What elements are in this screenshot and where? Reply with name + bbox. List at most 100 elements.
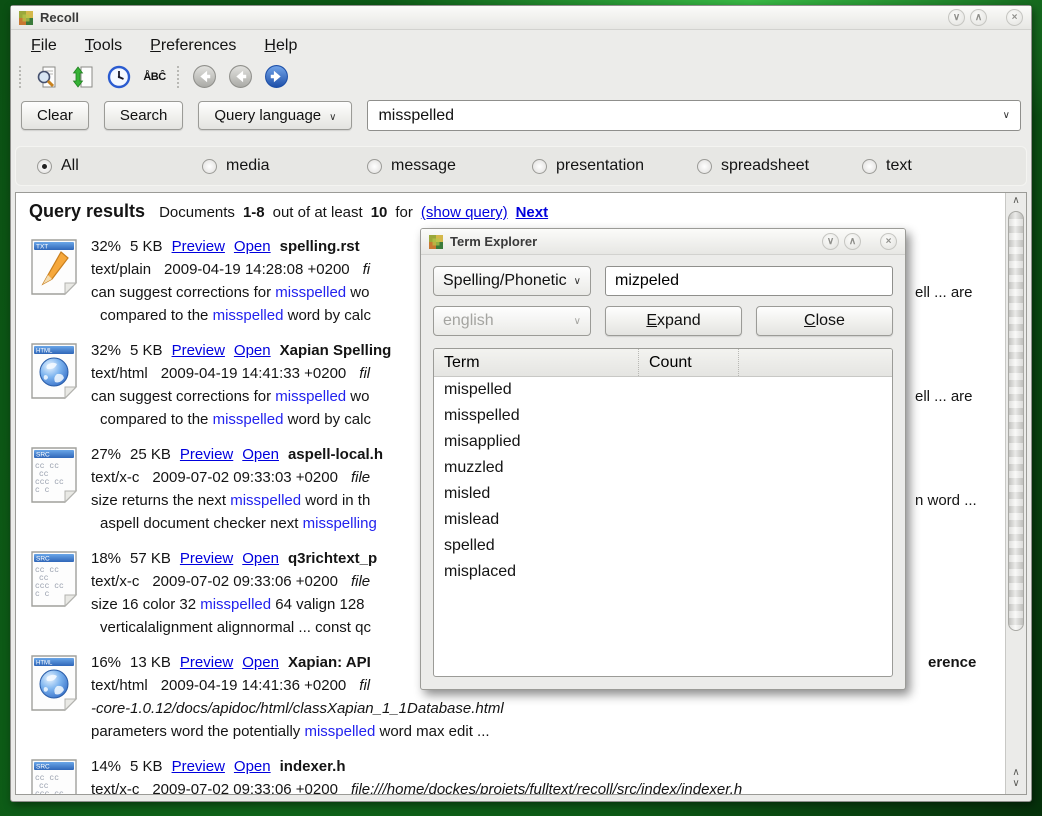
results-range: 1-8 xyxy=(243,204,265,221)
result-title: aspell-local.h xyxy=(288,443,383,466)
window-shade-button[interactable]: ∨ xyxy=(948,9,965,26)
menu-tools[interactable]: Tools xyxy=(85,37,122,55)
filter-presentation[interactable]: presentation xyxy=(532,157,697,175)
preview-link[interactable]: Preview xyxy=(180,547,233,570)
term-input[interactable]: mizpeled xyxy=(605,266,893,296)
search-query-input[interactable]: misspelled ∨ xyxy=(367,100,1021,131)
radio-icon xyxy=(532,159,547,174)
window-close-button[interactable]: × xyxy=(1006,9,1023,26)
result-date: 2009-07-02 09:33:06 +0200 xyxy=(152,778,338,795)
term-row[interactable]: mispelled xyxy=(434,377,892,403)
open-link[interactable]: Open xyxy=(242,651,279,674)
scroll-up-icon[interactable]: ∧ xyxy=(1006,767,1026,778)
history-clock-icon[interactable] xyxy=(105,63,132,90)
result-title: Xapian: API xyxy=(288,651,371,674)
dialog-close-button[interactable]: × xyxy=(880,233,897,250)
highlighted-term: misspelled xyxy=(200,596,271,613)
result-date: 2009-04-19 14:41:36 +0200 xyxy=(161,674,347,697)
term-input-value: mizpeled xyxy=(615,272,679,290)
nav-forward-icon[interactable] xyxy=(263,63,290,90)
term-row[interactable]: misled xyxy=(434,481,892,507)
term-row[interactable]: misspelled xyxy=(434,403,892,429)
result-title: q3richtext_p xyxy=(288,547,377,570)
column-header-count[interactable]: Count xyxy=(639,349,739,376)
scroll-up-icon[interactable]: ∧ xyxy=(1006,193,1026,210)
scroll-down-icon[interactable]: ∨ xyxy=(1006,778,1026,789)
expansion-mode-dropdown[interactable]: Spelling/Phonetic ∨ xyxy=(433,266,591,296)
dialog-titlebar[interactable]: Term Explorer ∨ ∧ × xyxy=(421,229,905,255)
svg-text:HTML: HTML xyxy=(36,661,53,667)
results-header: Query results Documents 1-8 out of at le… xyxy=(23,201,1005,222)
result-url: fi xyxy=(363,258,371,281)
result-row: SRC cc cc cc ccc cc c c 14% 5 KB Preview xyxy=(23,755,1005,795)
term-row[interactable]: mislead xyxy=(434,507,892,533)
filter-spreadsheet[interactable]: spreadsheet xyxy=(697,157,862,175)
result-score: 32% xyxy=(91,235,121,258)
window-unshade-button[interactable]: ∧ xyxy=(970,9,987,26)
next-page-link[interactable]: Next xyxy=(516,204,549,221)
chevron-down-icon: ∨ xyxy=(574,316,581,327)
category-filter-bar: All media message presentation spreadshe… xyxy=(15,146,1027,186)
term-table: Term Count mispelled misspelled misappli… xyxy=(433,348,893,677)
main-titlebar[interactable]: Recoll ∨ ∧ × xyxy=(11,6,1031,30)
scrollbar-thumb[interactable] xyxy=(1008,211,1024,631)
menu-help[interactable]: Help xyxy=(264,37,297,55)
result-url-continued: -core-1.0.12/docs/apidoc/html/classXapia… xyxy=(91,697,1005,720)
result-score: 14% xyxy=(91,755,121,778)
open-link[interactable]: Open xyxy=(234,339,271,362)
open-link[interactable]: Open xyxy=(234,755,271,778)
preview-link[interactable]: Preview xyxy=(172,339,225,362)
expand-button[interactable]: Expand xyxy=(605,306,742,336)
clear-button[interactable]: Clear xyxy=(21,101,89,130)
open-link[interactable]: Open xyxy=(242,443,279,466)
term-explorer-spell-icon[interactable]: ÅBĈ xyxy=(141,63,168,90)
svg-text:SRC: SRC xyxy=(36,556,50,563)
column-header-term[interactable]: Term xyxy=(434,349,639,376)
nav-first-icon[interactable] xyxy=(191,63,218,90)
sort-parameters-icon[interactable] xyxy=(69,63,96,90)
preview-link[interactable]: Preview xyxy=(172,235,225,258)
term-row[interactable]: muzzled xyxy=(434,455,892,481)
menu-file[interactable]: File xyxy=(31,37,57,55)
result-size: 5 KB xyxy=(130,339,163,362)
result-date: 2009-04-19 14:41:33 +0200 xyxy=(161,362,347,385)
preview-link[interactable]: Preview xyxy=(180,443,233,466)
highlighted-term: misspelled xyxy=(275,388,346,405)
language-dropdown[interactable]: english ∨ xyxy=(433,306,591,336)
close-button[interactable]: Close xyxy=(756,306,893,336)
open-link[interactable]: Open xyxy=(234,235,271,258)
radio-icon xyxy=(697,159,712,174)
filter-all[interactable]: All xyxy=(37,157,202,175)
result-mime: text/html xyxy=(91,674,148,697)
doc-icon-src: SRC cc cc cc ccc cc c c xyxy=(29,755,91,795)
document-search-icon[interactable] xyxy=(33,63,60,90)
search-button[interactable]: Search xyxy=(104,101,184,130)
show-query-link[interactable]: (show query) xyxy=(421,204,508,221)
term-row[interactable]: misplaced xyxy=(434,559,892,585)
results-total: 10 xyxy=(371,204,388,221)
menu-preferences[interactable]: Preferences xyxy=(150,37,236,55)
filter-media[interactable]: media xyxy=(202,157,367,175)
dialog-body: Spelling/Phonetic ∨ mizpeled english ∨ E… xyxy=(421,255,905,689)
filter-message[interactable]: message xyxy=(367,157,532,175)
open-link[interactable]: Open xyxy=(242,547,279,570)
nav-back-icon[interactable] xyxy=(227,63,254,90)
results-scrollbar[interactable]: ∧ ∧ ∨ xyxy=(1005,193,1026,794)
chevron-down-icon[interactable]: ∨ xyxy=(1003,110,1010,121)
result-size: 25 KB xyxy=(130,443,171,466)
toolbar-handle[interactable] xyxy=(19,66,22,88)
result-url: fil xyxy=(359,674,370,697)
dialog-shade-button[interactable]: ∨ xyxy=(822,233,839,250)
preview-link[interactable]: Preview xyxy=(172,755,225,778)
term-row[interactable]: misapplied xyxy=(434,429,892,455)
preview-link[interactable]: Preview xyxy=(180,651,233,674)
dialog-unshade-button[interactable]: ∧ xyxy=(844,233,861,250)
snippet-fragment: ell ... are xyxy=(915,281,973,304)
toolbar-handle[interactable] xyxy=(177,66,180,88)
filter-text[interactable]: text xyxy=(862,157,912,175)
svg-text:HTML: HTML xyxy=(36,349,53,355)
scrollbar-track[interactable] xyxy=(1006,210,1026,762)
result-score: 16% xyxy=(91,651,121,674)
term-row[interactable]: spelled xyxy=(434,533,892,559)
query-language-dropdown[interactable]: Query language∨ xyxy=(198,101,352,130)
